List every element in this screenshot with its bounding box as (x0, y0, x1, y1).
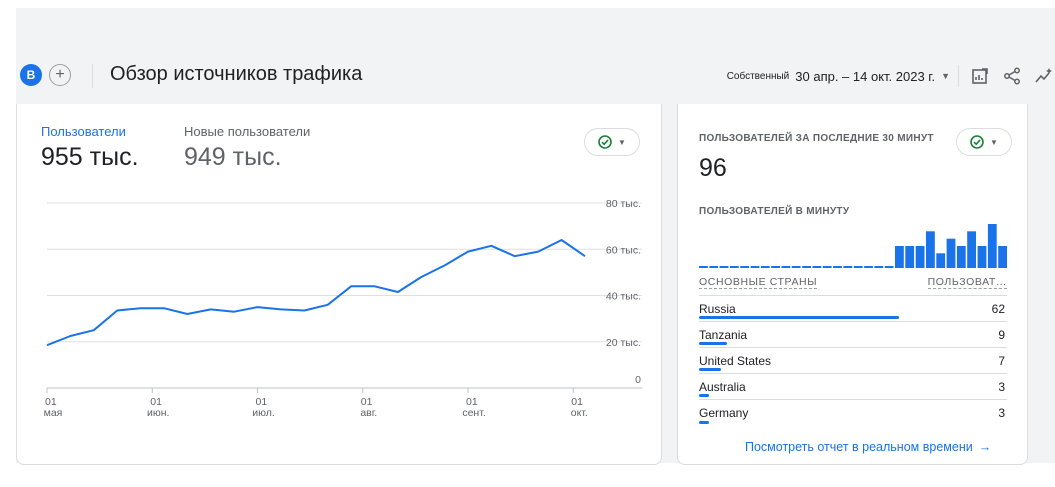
y-tick-label: 60 тыс. (606, 244, 641, 256)
comparison-avatar[interactable]: B (20, 64, 42, 86)
y-tick-label: 20 тыс. (606, 337, 641, 349)
minute-bar (719, 266, 729, 268)
x-tick-month: окт. (571, 407, 588, 419)
users-column-header[interactable]: ПОЛЬЗОВАТ… (927, 276, 1007, 289)
minute-bar (987, 224, 997, 268)
country-row: Tanzania 9 (699, 322, 1007, 348)
country-share-bar (699, 394, 709, 397)
date-range-picker[interactable]: 30 апр. – 14 окт. 2023 г. (795, 69, 935, 84)
country-name: Tanzania (699, 328, 748, 342)
x-tick-month: сент. (462, 407, 485, 419)
minute-bar (874, 266, 884, 268)
y-tick-label: 40 тыс. (606, 291, 641, 303)
users-line-chart: 80 тыс.60 тыс.40 тыс.20 тыс.001мая01июн.… (44, 198, 642, 419)
country-row: Australia 3 (699, 374, 1007, 400)
minute-bar (895, 246, 904, 268)
minute-bar (812, 266, 822, 268)
x-tick-month: июн. (147, 407, 169, 419)
share-icon[interactable] (1001, 65, 1023, 87)
top-countries-table: ОСНОВНЫЕ СТРАНЫ ПОЛЬЗОВАТ… Russia 62 Tanza… (699, 276, 1007, 426)
minute-bar (760, 266, 770, 268)
x-tick-month: авг. (360, 407, 377, 419)
minute-bar (884, 266, 894, 268)
minute-bar (946, 238, 956, 268)
realtime-status-dropdown[interactable]: ▼ (956, 128, 1012, 156)
minute-bar (781, 266, 791, 268)
realtime-users-value: 96 (699, 154, 727, 182)
header-divider-right (958, 65, 959, 87)
minute-bar (791, 266, 801, 268)
arrow-right-icon: → (978, 440, 992, 454)
minute-bar (740, 266, 750, 268)
country-row: Russia 62 (699, 296, 1007, 322)
minute-bar (750, 266, 760, 268)
minute-bar (905, 246, 915, 268)
country-name: Germany (699, 406, 749, 420)
country-share-bar (699, 342, 727, 345)
x-tick-month: июл. (252, 407, 275, 419)
minute-bar (729, 266, 739, 268)
date-compare-label[interactable]: Собственный (727, 71, 790, 82)
check-circle-icon (970, 135, 984, 149)
minute-bar (843, 266, 853, 268)
customize-report-icon[interactable] (969, 65, 991, 87)
country-users-value: 3 (998, 406, 1005, 420)
view-realtime-link-label: Посмотреть отчет в реальном времени (745, 440, 973, 454)
minute-bar (915, 246, 925, 268)
minute-bar (967, 231, 976, 268)
countries-column-header[interactable]: ОСНОВНЫЕ СТРАНЫ (699, 276, 818, 289)
country-row: Germany 3 (699, 400, 1007, 426)
minute-bar (822, 266, 832, 268)
y-tick-label: 80 тыс. (606, 198, 641, 210)
country-users-value: 62 (991, 302, 1005, 316)
country-share-bar (699, 316, 900, 319)
chevron-down-icon[interactable]: ▼ (941, 71, 950, 81)
insights-icon[interactable] (1033, 65, 1055, 87)
header-divider (92, 64, 93, 88)
country-name: Australia (699, 380, 746, 394)
minute-bar (998, 246, 1007, 268)
countries-table-header: ОСНОВНЫЕ СТРАНЫ ПОЛЬЗОВАТ… (699, 276, 1007, 296)
minute-bar (699, 266, 708, 268)
minute-bar (977, 246, 987, 268)
realtime-title: ПОЛЬЗОВАТЕЛЕЙ ЗА ПОСЛЕДНИЕ 30 МИНУТ (699, 133, 934, 144)
minute-bar (926, 231, 935, 268)
y-tick-label: 0 (635, 374, 641, 386)
per-minute-bar-chart (699, 224, 1007, 268)
minute-bar (864, 266, 873, 268)
minute-bar (833, 266, 842, 268)
country-users-value: 3 (998, 380, 1005, 394)
view-realtime-link[interactable]: Посмотреть отчет в реальном времени → (745, 440, 991, 454)
country-share-bar (699, 368, 721, 371)
minute-bar (771, 266, 780, 268)
add-comparison-button[interactable]: + (49, 64, 71, 86)
realtime-card: ПОЛЬЗОВАТЕЛЕЙ ЗА ПОСЛЕДНИЕ 30 МИНУТ ▼ 96… (677, 104, 1028, 465)
users-series-line (46, 239, 586, 347)
country-users-value: 7 (998, 354, 1005, 368)
minute-bar (853, 266, 863, 268)
country-name: United States (699, 354, 772, 368)
chevron-down-icon: ▼ (990, 137, 998, 147)
minute-bar (936, 253, 946, 268)
per-minute-label: ПОЛЬЗОВАТЕЛЕЙ В МИНУТУ (699, 206, 850, 217)
minute-bar (956, 246, 966, 268)
country-share-bar (699, 421, 709, 424)
minute-bar (802, 266, 811, 268)
users-overview-card: Пользователи 955 тыс. Новые пользователи… (16, 104, 662, 465)
page-title: Обзор источников трафика (110, 63, 363, 85)
header-controls: Собственный 30 апр. – 14 окт. 2023 г. ▼ (727, 63, 1055, 89)
minute-bar (709, 266, 719, 268)
country-row: United States 7 (699, 348, 1007, 374)
country-name: Russia (699, 302, 736, 316)
country-users-value: 9 (998, 328, 1005, 342)
x-tick-month: мая (44, 407, 63, 419)
report-header: B + Обзор источников трафика Собственный… (16, 60, 1055, 104)
